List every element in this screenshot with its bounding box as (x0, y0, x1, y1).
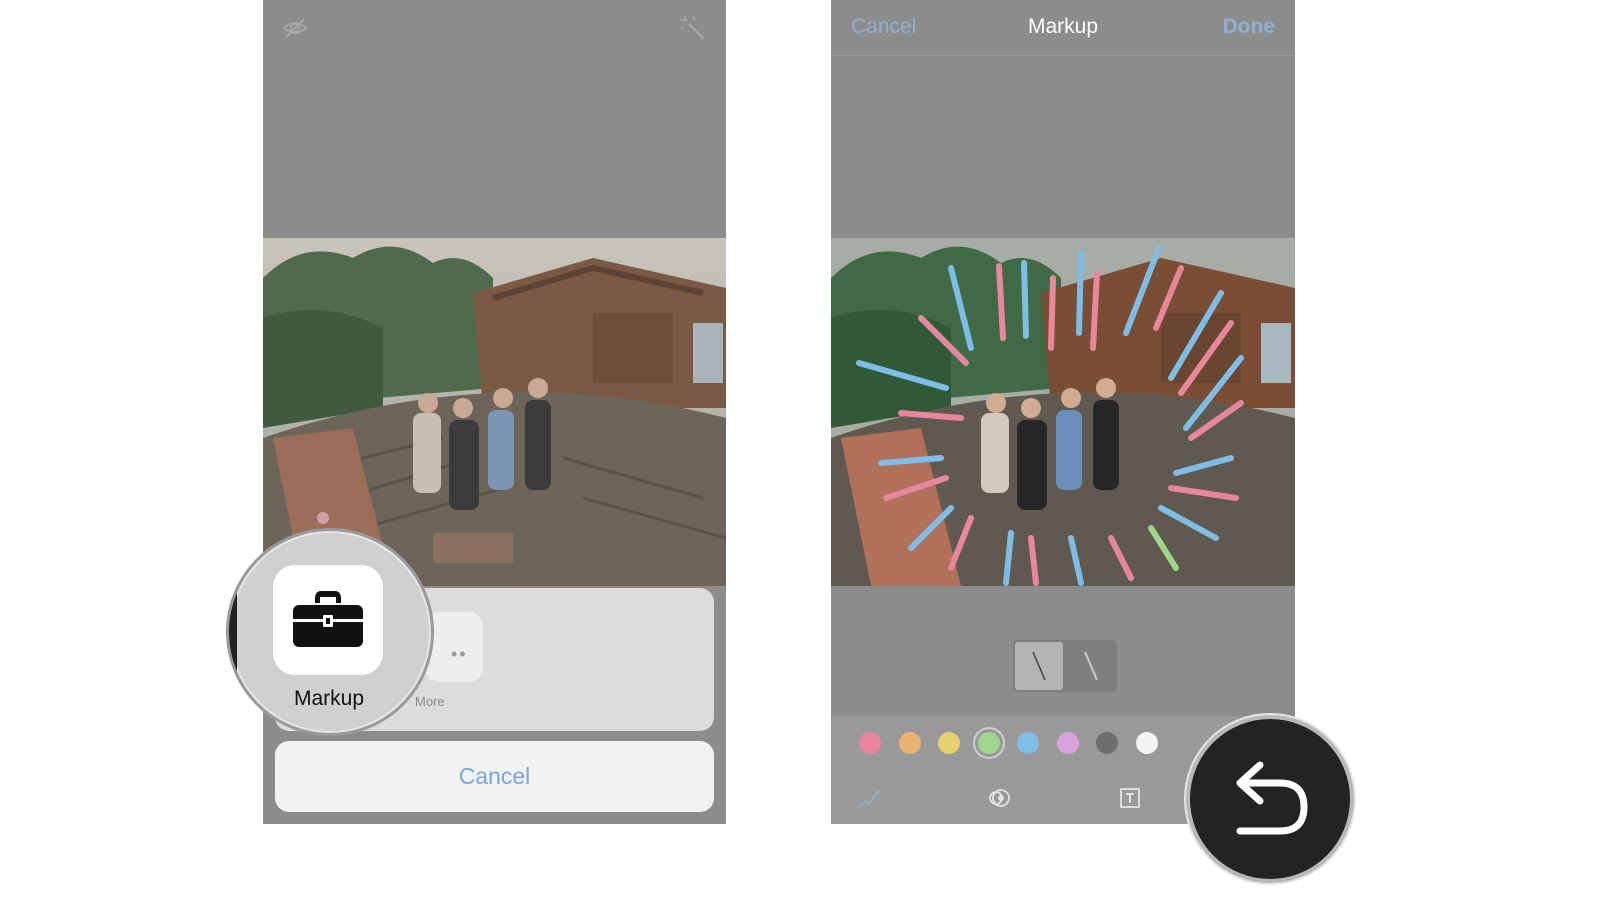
more-button[interactable]: •• (425, 612, 483, 682)
markup-label: Markup (293, 687, 365, 710)
color-swatch-purple[interactable] (1056, 732, 1079, 754)
nav-done-button[interactable]: Done (1223, 15, 1276, 39)
magic-wand-icon[interactable] (679, 14, 707, 42)
callout-edge (229, 531, 237, 733)
markup-callout: Markup (226, 528, 434, 736)
brush-pen-option[interactable] (1015, 642, 1063, 690)
hide-eye-icon[interactable] (281, 14, 309, 42)
toolbox-icon (293, 591, 363, 647)
right-phone-screen: Cancel Markup Done (831, 0, 1295, 824)
color-swatch-yellow[interactable] (938, 732, 960, 754)
more-dots-icon: •• (451, 644, 468, 664)
undo-icon (1236, 761, 1308, 835)
undo-button[interactable] (1186, 715, 1354, 883)
color-swatch-blue[interactable] (1017, 732, 1039, 754)
color-swatch-orange[interactable] (898, 732, 921, 754)
cancel-button[interactable]: Cancel (275, 741, 714, 812)
pen-tool-icon[interactable] (855, 784, 883, 812)
markup-navbar: Cancel Markup Done (831, 0, 1295, 56)
brush-picker (1013, 640, 1117, 692)
brush-marker-option[interactable] (1067, 642, 1115, 690)
color-swatch-pink[interactable] (859, 732, 881, 754)
marked-up-photo (831, 238, 1295, 586)
more-label: More (415, 694, 445, 709)
color-swatch-white[interactable] (1135, 732, 1158, 754)
color-swatch-green[interactable] (977, 732, 1000, 754)
color-swatch-gray[interactable] (1096, 732, 1118, 754)
markup-button[interactable] (273, 565, 383, 675)
text-tool-icon[interactable] (1116, 784, 1144, 812)
magnifier-tool-icon[interactable] (985, 784, 1013, 812)
